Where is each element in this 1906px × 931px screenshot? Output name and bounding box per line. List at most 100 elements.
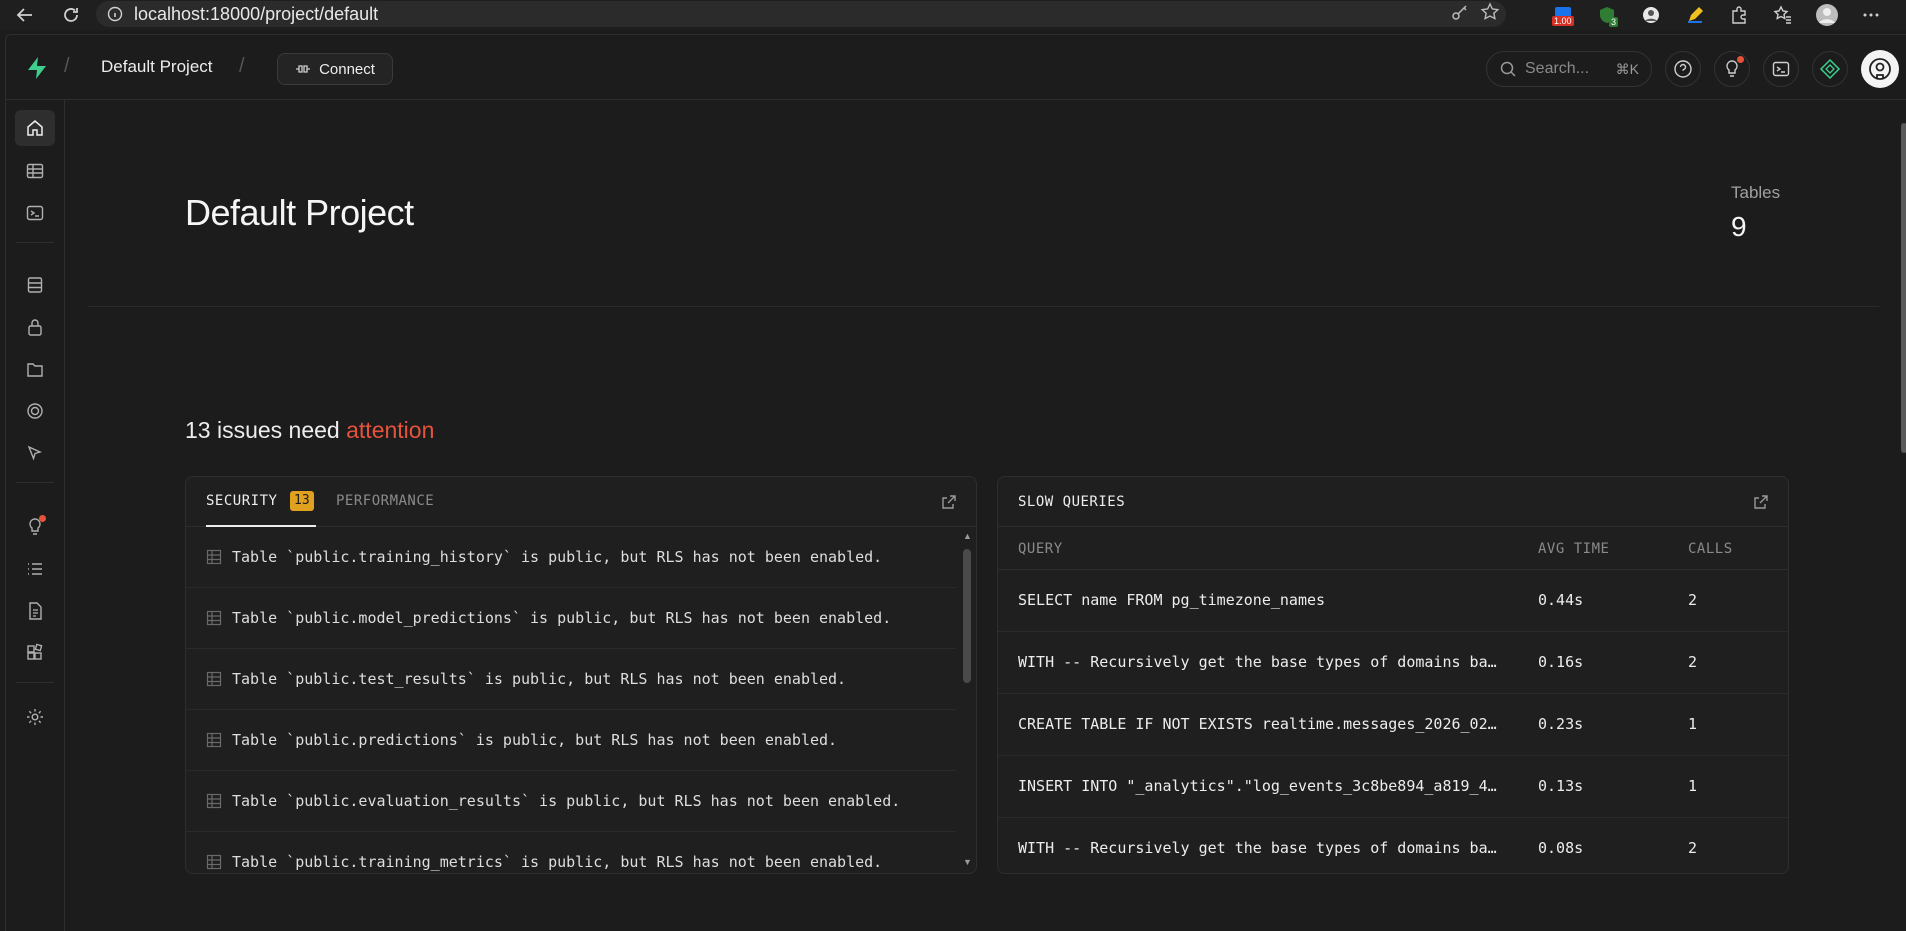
issue-text: Table `public.evaluation_results` is pub… (232, 792, 901, 810)
column-header-calls: CALLS (1688, 541, 1733, 557)
scroll-down-icon[interactable]: ▼ (963, 857, 972, 867)
table-icon (206, 610, 222, 626)
list-item[interactable]: Table `public.model_predictions` is publ… (186, 588, 956, 649)
table-icon (206, 671, 222, 687)
list-icon (28, 563, 42, 575)
notification-dot (39, 515, 46, 522)
issues-heading: 13 issues need attention (185, 417, 434, 444)
external-link-icon[interactable] (1752, 493, 1770, 511)
site-info-icon[interactable] (102, 1, 128, 27)
calls-cell: 2 (1688, 591, 1698, 609)
calls-cell: 1 (1688, 715, 1698, 733)
sidebar-item-advisors[interactable] (15, 509, 55, 545)
back-icon[interactable] (8, 0, 42, 30)
issues-heading-text: 13 issues need (185, 417, 347, 443)
functions-icon (27, 403, 43, 419)
extensions-puzzle-icon[interactable] (1726, 2, 1752, 28)
terminal-button[interactable] (1763, 51, 1799, 87)
app-window: / Default Project / Connect Search... ⌘K (5, 34, 1906, 931)
assistant-diamond-icon (1819, 58, 1841, 80)
star-icon[interactable] (1480, 1, 1500, 27)
query-cell: CREATE TABLE IF NOT EXISTS realtime.mess… (1018, 715, 1497, 733)
extension-person-icon[interactable] (1638, 2, 1664, 28)
profile-avatar-icon[interactable] (1814, 2, 1840, 28)
help-button[interactable] (1665, 51, 1701, 87)
avg-time-cell: 0.44s (1538, 591, 1584, 609)
sidebar-divider (16, 682, 54, 683)
extension-price-icon[interactable]: 1.00 (1550, 2, 1576, 28)
list-item[interactable]: Table `public.predictions` is public, bu… (186, 710, 956, 771)
address-bar[interactable]: localhost:18000/project/default (96, 1, 1506, 27)
help-icon (1674, 60, 1692, 78)
table-row[interactable]: SELECT name FROM pg_timezone_names 0.44s… (998, 570, 1788, 632)
sidebar-item-logs[interactable] (15, 551, 55, 587)
avg-time-cell: 0.08s (1538, 839, 1584, 857)
connect-label: Connect (319, 60, 375, 78)
extension-pencil-icon[interactable] (1682, 2, 1708, 28)
top-navigation: / Default Project / Connect Search... ⌘K (6, 35, 1906, 100)
table-icon (206, 854, 222, 870)
scroll-up-icon[interactable]: ▲ (963, 531, 972, 541)
connect-button[interactable]: Connect (277, 53, 393, 85)
browser-toolbar: localhost:18000/project/default 1.00 3 (0, 0, 1906, 30)
search-button[interactable]: Search... ⌘K (1486, 51, 1652, 87)
slow-queries-title: SLOW QUERIES (1018, 494, 1126, 510)
sidebar-divider (16, 482, 54, 483)
assistant-button[interactable] (1812, 51, 1848, 87)
slow-queries-header: SLOW QUERIES (998, 477, 1788, 527)
sidebar-item-edge-functions[interactable] (15, 393, 55, 429)
sidebar (6, 99, 65, 931)
table-row[interactable]: INSERT INTO "_analytics"."log_events_3c8… (998, 756, 1788, 818)
table-icon (206, 732, 222, 748)
tab-security[interactable]: SECURITY (206, 493, 277, 509)
sidebar-item-api-docs[interactable] (15, 593, 55, 629)
query-cell: INSERT INTO "_analytics"."log_events_3c8… (1018, 777, 1497, 795)
notification-dot (1737, 56, 1744, 63)
breadcrumb-project-name[interactable]: Default Project (101, 57, 213, 77)
key-icon[interactable] (1450, 2, 1470, 27)
extension-badge-count: 3 (1608, 17, 1618, 27)
list-item[interactable]: Table `public.training_metrics` is publi… (186, 832, 956, 873)
reload-icon[interactable] (54, 0, 88, 30)
issue-text: Table `public.training_metrics` is publi… (232, 853, 883, 871)
list-item[interactable]: Table `public.test_results` is public, b… (186, 649, 956, 710)
extension-shield-icon[interactable]: 3 (1594, 2, 1620, 28)
advisor-button[interactable] (1714, 51, 1750, 87)
list-item[interactable]: Table `public.evaluation_results` is pub… (186, 771, 956, 832)
table-row[interactable]: WITH -- Recursively get the base types o… (998, 632, 1788, 694)
avg-time-cell: 0.23s (1538, 715, 1584, 733)
sidebar-item-authentication[interactable] (15, 309, 55, 345)
table-row[interactable]: WITH -- Recursively get the base types o… (998, 818, 1788, 873)
list-item[interactable]: Table `public.training_history` is publi… (186, 527, 956, 588)
avg-time-cell: 0.16s (1538, 653, 1584, 671)
issues-list: Table `public.training_history` is publi… (186, 527, 956, 873)
sidebar-item-home[interactable] (15, 110, 55, 146)
user-avatar-icon (1869, 58, 1891, 80)
issues-heading-accent: attention (346, 417, 435, 443)
more-menu-icon[interactable] (1858, 2, 1884, 28)
table-row[interactable]: CREATE TABLE IF NOT EXISTS realtime.mess… (998, 694, 1788, 756)
page-scrollbar-thumb[interactable] (1901, 123, 1906, 453)
query-cell: SELECT name FROM pg_timezone_names (1018, 591, 1326, 609)
sidebar-item-integrations[interactable] (15, 635, 55, 671)
supabase-logo-icon[interactable] (24, 55, 50, 81)
sidebar-item-sql-editor[interactable] (15, 195, 55, 231)
sidebar-item-realtime[interactable] (15, 435, 55, 471)
user-avatar[interactable] (1861, 50, 1899, 88)
page-scrollbar[interactable] (1900, 105, 1906, 931)
favorites-icon[interactable] (1770, 2, 1796, 28)
issues-scrollbar[interactable]: ▲ ▼ (960, 531, 974, 871)
sidebar-item-database[interactable] (15, 267, 55, 303)
slow-queries-card: SLOW QUERIES QUERY AVG TIME CALLS SELECT… (997, 476, 1789, 874)
sidebar-item-table-editor[interactable] (15, 153, 55, 189)
home-icon (27, 120, 43, 136)
sidebar-item-settings[interactable] (15, 699, 55, 735)
tab-performance[interactable]: PERFORMANCE (336, 493, 434, 509)
url-text[interactable]: localhost:18000/project/default (134, 4, 378, 25)
sidebar-item-storage[interactable] (15, 351, 55, 387)
scrollbar-thumb[interactable] (963, 549, 971, 683)
breadcrumb-separator: / (239, 55, 245, 77)
external-link-icon[interactable] (940, 493, 958, 511)
issue-text: Table `public.training_history` is publi… (232, 548, 883, 566)
search-shortcut: ⌘K (1615, 60, 1639, 77)
